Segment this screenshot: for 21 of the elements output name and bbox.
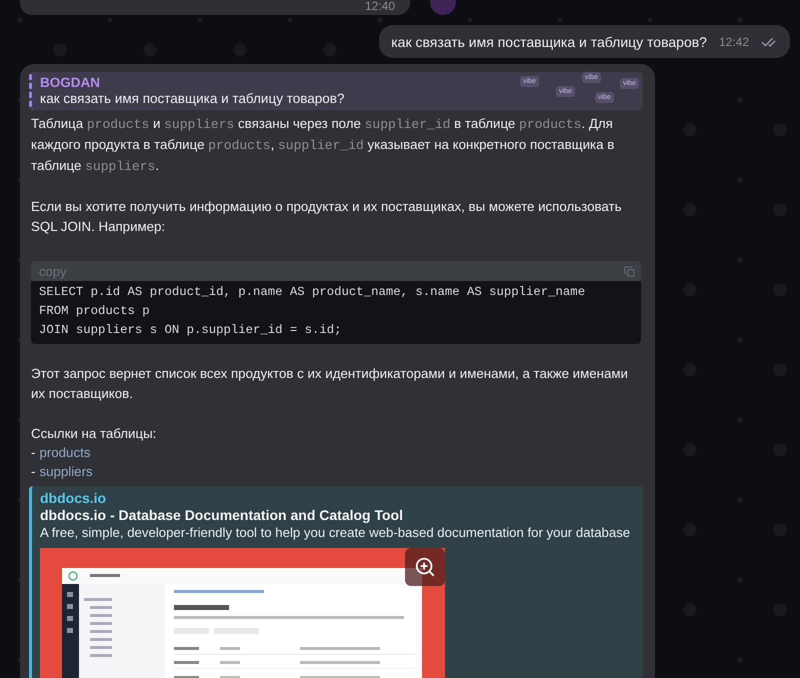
preview-title: dbdocs.io - Database Documentation and Catalog Tool <box>40 507 404 523</box>
zoom-in-icon <box>414 556 436 578</box>
link-preview[interactable]: dbdocs.io dbdocs.io - Database Documentation and Catalog Tool A free, simple, developer-friendly tool to help you create web-based documentation for your database <box>29 486 643 678</box>
zoom-in-button[interactable] <box>405 548 445 586</box>
message-time: 12:40 <box>364 0 395 13</box>
message-paragraph: Этот запрос вернет список всех продуктов с их идентификаторами и именами, а также именами их поставщиков. <box>31 365 629 403</box>
preview-site: dbdocs.io <box>40 490 108 506</box>
list-marker: - <box>31 444 36 462</box>
message-paragraph: Если вы хотите получить информацию о продуктах и их поставщиках, вы можете использовать SQL JOIN. Например: <box>31 198 623 236</box>
message-text: как связать имя поставщика и таблицу товаров? <box>391 34 707 50</box>
list-marker: - <box>31 463 36 481</box>
table-link[interactable]: suppliers <box>39 462 93 481</box>
copy-icon[interactable] <box>624 266 635 276</box>
list-heading: Ссылки на таблицы: <box>31 425 156 443</box>
reply-text: как связать имя поставщика и таблицу товаров? <box>40 91 344 106</box>
message-paragraph: Таблица products и suppliers связаны через поле supplier_id в таблице products. Для каждого продукта в таблице products, supplier_id указывает на конкретного поставщика в таблице suppliers. <box>31 115 616 176</box>
code-block: SELECT p.id AS product_id, p.name AS product_name, s.name AS supplier_name FROM products p JOIN suppliers s ON p.supplier_id = s.id; <box>31 281 641 344</box>
table-link[interactable]: products <box>39 443 90 462</box>
message-time: 12:42 <box>718 35 749 49</box>
preview-description: A free, simple, developer-friendly tool to help you create web-based documentation for your database <box>40 524 632 542</box>
reply-author: BOGDAN <box>40 75 100 90</box>
